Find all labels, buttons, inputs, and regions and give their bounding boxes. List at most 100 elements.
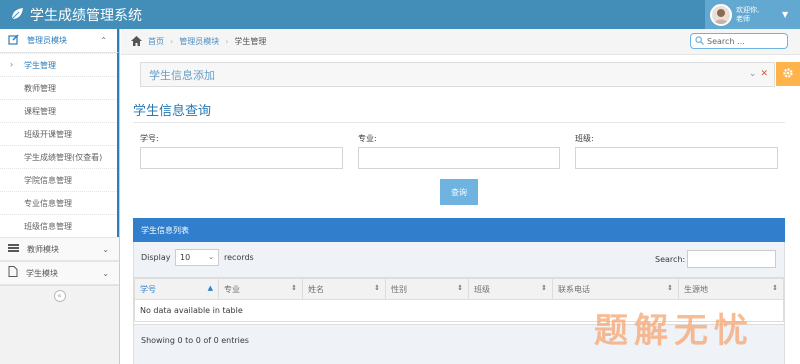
student-id-input[interactable] (140, 147, 343, 169)
watermark: 题 解 无 忧 (594, 311, 752, 351)
sidebar: 管理员模块 ⌃ › 学生管理 教师管理 课程管理 班级开课管理 学生成绩管理(仅… (0, 29, 120, 364)
sidebar-section-label: 教师模块 (27, 244, 59, 254)
query-title: 学生信息查询 (133, 104, 212, 119)
column-label: 姓名 (308, 284, 324, 294)
sidebar-section-student[interactable]: 学生模块 ⌄ (0, 261, 119, 285)
sort-icon: ⇕ (374, 284, 380, 292)
watermark-char: 忧 (714, 311, 752, 351)
table-search-input[interactable] (687, 250, 776, 268)
chevron-down-icon[interactable]: ⌄ (749, 69, 757, 79)
nav-search (690, 33, 788, 49)
column-label: 班级 (474, 284, 490, 294)
column-label: 专业 (224, 284, 240, 294)
navbar: 学生成绩管理系统 欢迎你, 老师 ▼ (0, 0, 800, 29)
watermark-char: 无 (674, 311, 712, 351)
sidebar-item-label: 班级信息管理 (24, 221, 72, 231)
sidebar-collapse-row: « (0, 285, 119, 305)
chevron-up-icon: ⌃ (100, 36, 107, 45)
add-student-panel[interactable]: 学生信息添加 ⌄ ✕ (140, 62, 775, 87)
table-widget-header: 学生信息列表 (133, 218, 785, 242)
class-input[interactable] (575, 147, 778, 169)
sort-asc-icon: ▲ (207, 284, 213, 292)
caret-down-icon: ⌄ (208, 253, 214, 261)
sidebar-item-major-info[interactable]: 专业信息管理 (0, 191, 117, 214)
column-label: 联系电话 (558, 284, 590, 294)
chevron-down-icon: ⌄ (102, 245, 109, 254)
table-controls: Display 10 ⌄ records Search: (134, 242, 784, 278)
app-title: 学生成绩管理系统 (30, 8, 142, 24)
breadcrumb-home[interactable]: 首页 (148, 36, 164, 47)
sidebar-item-label: 教师管理 (24, 83, 56, 93)
caret-down-icon: ▼ (782, 10, 789, 19)
settings-button[interactable] (776, 62, 800, 86)
sort-icon: ⇕ (541, 284, 547, 292)
sidebar-section-teacher[interactable]: 教师模块 ⌄ (0, 237, 119, 261)
chevron-down-icon: ⌄ (102, 269, 109, 278)
sidebar-item-student-mgmt[interactable]: › 学生管理 (0, 53, 117, 76)
column-header-origin[interactable]: 生源地 ⇕ (678, 278, 784, 300)
panel-tools: ⌄ ✕ (749, 69, 768, 79)
table-header-row: 学号 ▲ 专业 ⇕ 姓名 ⇕ 性别 ⇕ 班级 ⇕ 联系电话 ⇕ 生源地 ⇕ (134, 278, 784, 300)
table-search-label: Search: (655, 255, 686, 264)
sidebar-item-college-info[interactable]: 学院信息管理 (0, 168, 117, 191)
sidebar-section-label: 学生模块 (26, 268, 58, 278)
close-icon[interactable]: ✕ (760, 69, 768, 79)
sidebar-item-label: 专业信息管理 (24, 198, 72, 208)
user-greeting: 欢迎你, (736, 5, 760, 14)
watermark-char: 解 (634, 311, 672, 351)
display-label: Display (141, 253, 171, 262)
angle-right-icon: › (10, 60, 14, 69)
breadcrumb-module[interactable]: 管理员模块 (179, 36, 219, 47)
column-label: 性别 (391, 284, 407, 294)
chevron-right-icon: › (170, 37, 174, 46)
student-id-label: 学号: (140, 134, 159, 143)
breadcrumb-current: 学生管理 (234, 37, 267, 46)
user-menu[interactable]: 欢迎你, 老师 ▼ (705, 0, 800, 29)
list-icon (8, 243, 19, 256)
search-icon (695, 35, 704, 47)
leaf-icon (10, 7, 24, 24)
sort-icon: ⇕ (457, 284, 463, 292)
sidebar-item-grade-view[interactable]: 学生成绩管理(仅查看) (0, 145, 117, 168)
admin-submenu: › 学生管理 教师管理 课程管理 班级开课管理 学生成绩管理(仅查看) 学院信息… (0, 53, 119, 237)
sidebar-collapse-button[interactable]: « (53, 289, 66, 302)
sort-icon: ⇕ (667, 284, 673, 292)
column-label: 学号 (140, 284, 156, 294)
sidebar-item-class-info[interactable]: 班级信息管理 (0, 214, 117, 237)
sidebar-item-course-mgmt[interactable]: 课程管理 (0, 99, 117, 122)
sidebar-item-teacher-mgmt[interactable]: 教师管理 (0, 76, 117, 99)
sidebar-section-label: 管理员模块 (27, 36, 67, 45)
page-size-select[interactable]: 10 ⌄ (175, 249, 219, 266)
column-header-class[interactable]: 班级 ⇕ (468, 278, 553, 300)
sort-icon: ⇕ (772, 284, 778, 292)
sidebar-item-class-course-mgmt[interactable]: 班级开课管理 (0, 122, 117, 145)
home-icon[interactable] (131, 35, 142, 48)
column-header-student-id[interactable]: 学号 ▲ (134, 278, 219, 300)
column-header-major[interactable]: 专业 ⇕ (218, 278, 303, 300)
gear-icon (782, 67, 794, 82)
sidebar-item-label: 课程管理 (24, 106, 56, 116)
column-header-gender[interactable]: 性别 ⇕ (385, 278, 469, 300)
records-label: records (224, 253, 254, 262)
class-label: 班级: (575, 134, 594, 143)
column-header-name[interactable]: 姓名 ⇕ (302, 278, 386, 300)
major-label: 专业: (358, 134, 377, 143)
sidebar-item-label: 学院信息管理 (24, 175, 72, 185)
sidebar-item-label: 班级开课管理 (24, 129, 72, 139)
query-button[interactable]: 查询 (440, 179, 478, 205)
sidebar-section-admin[interactable]: 管理员模块 ⌃ (0, 29, 119, 53)
brand[interactable]: 学生成绩管理系统 (10, 5, 142, 25)
avatar (710, 3, 732, 26)
edit-icon (8, 33, 19, 48)
table-title: 学生信息列表 (141, 225, 189, 235)
major-input[interactable] (358, 147, 560, 169)
nav-search-input[interactable] (707, 36, 785, 46)
divider (133, 122, 785, 123)
table-info: Showing 0 to 0 of 0 entries (141, 336, 249, 345)
add-panel-title: 学生信息添加 (149, 68, 215, 82)
column-header-phone[interactable]: 联系电话 ⇕ (552, 278, 679, 300)
column-label: 生源地 (684, 284, 708, 294)
chevron-right-icon: › (225, 37, 229, 46)
user-name: 老师 (736, 14, 750, 23)
watermark-char: 题 (594, 311, 632, 351)
